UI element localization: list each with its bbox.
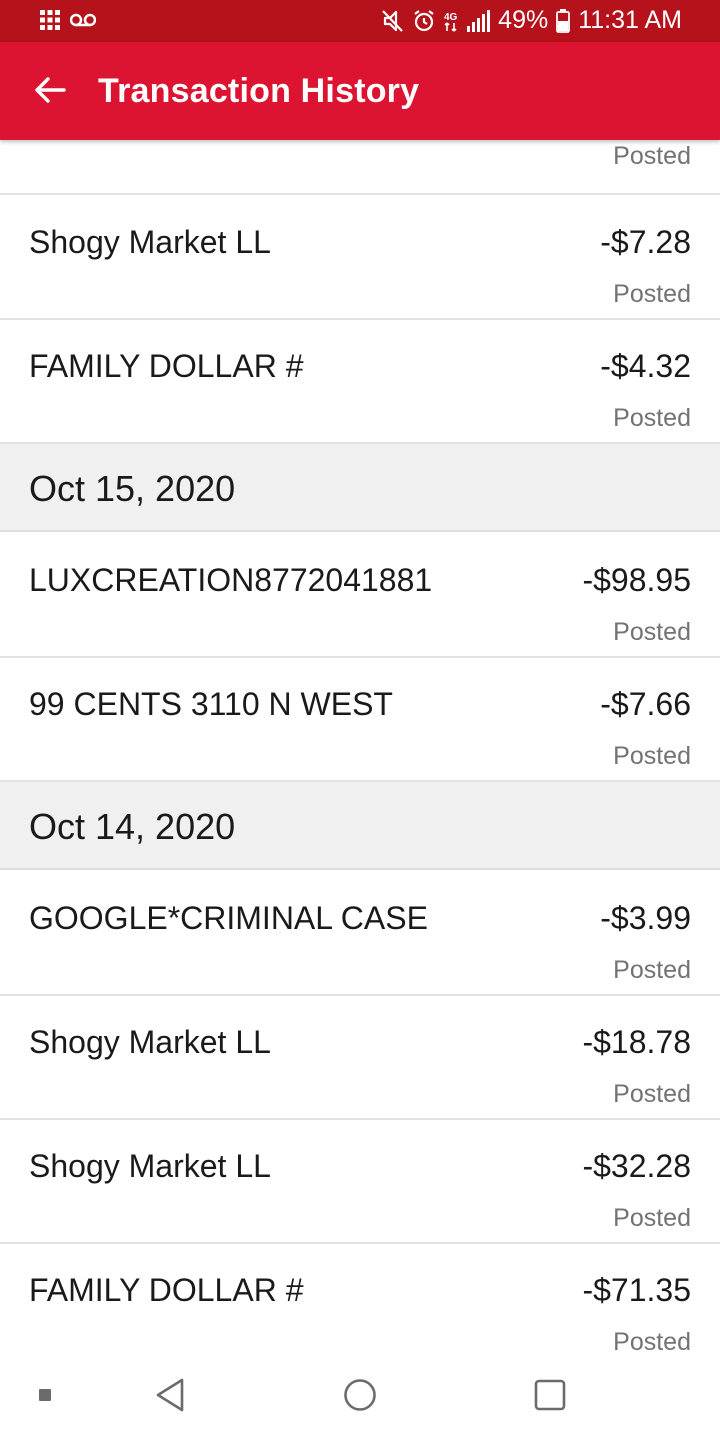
merchant-name: GOOGLE*CRIMINAL CASE	[29, 900, 428, 936]
date-header: Oct 15, 2020	[0, 444, 720, 532]
transaction-row[interactable]: FAMILY DOLLAR # -$4.32 Posted	[0, 320, 720, 444]
transaction-amount: -$98.95	[582, 562, 691, 598]
alarm-icon	[412, 9, 436, 33]
merchant-name: FAMILY DOLLAR #	[29, 348, 304, 384]
merchant-name: 99 CENTS 3110 N WEST	[29, 686, 393, 722]
voicemail-icon	[69, 13, 97, 32]
nav-back-button[interactable]	[145, 1375, 195, 1419]
merchant-name: Shogy Market LL	[29, 1024, 271, 1060]
merchant-name: FAMILY DOLLAR #	[29, 1272, 304, 1308]
home-button[interactable]	[335, 1375, 385, 1419]
merchant-name: LUXCREATION8772041881	[29, 562, 433, 598]
recent-dot-button[interactable]	[30, 1375, 60, 1419]
battery-icon	[556, 8, 571, 33]
transaction-status: Posted	[613, 404, 691, 432]
transaction-amount: -$32.28	[582, 1148, 691, 1184]
merchant-name: Shogy Market LL	[29, 224, 271, 260]
wifi-calling-icon: 4G	[444, 9, 458, 33]
transaction-row[interactable]: 99 CENTS 3110 N WEST -$7.66 Posted	[0, 658, 720, 782]
transaction-row[interactable]: Posted	[0, 140, 720, 195]
transaction-row[interactable]: GOOGLE*CRIMINAL CASE -$3.99 Posted	[0, 872, 720, 996]
transaction-amount: -$7.66	[600, 686, 691, 722]
date-header: Oct 14, 2020	[0, 782, 720, 870]
transaction-row[interactable]: LUXCREATION8772041881 -$98.95 Posted	[0, 534, 720, 658]
signal-icon	[466, 9, 491, 32]
arrow-left-icon	[34, 76, 66, 109]
system-nav-bar	[0, 1355, 720, 1440]
transaction-amount: -$71.35	[582, 1272, 691, 1308]
transaction-amount: -$18.78	[582, 1024, 691, 1060]
transaction-status: Posted	[613, 142, 691, 170]
transaction-amount: -$4.32	[600, 348, 691, 384]
merchant-name: Shogy Market LL	[29, 1148, 271, 1184]
battery-percent: 49%	[498, 6, 549, 34]
transaction-status: Posted	[613, 1328, 691, 1355]
app-bar: Transaction History	[0, 42, 720, 140]
transaction-status: Posted	[613, 742, 691, 770]
status-left	[40, 10, 97, 35]
transaction-status: Posted	[613, 956, 691, 984]
overview-button[interactable]	[525, 1375, 575, 1419]
transaction-status: Posted	[613, 280, 691, 308]
transaction-status: Posted	[613, 1204, 691, 1232]
apps-grid-icon	[40, 10, 60, 35]
transaction-status: Posted	[613, 618, 691, 646]
back-button[interactable]	[30, 72, 70, 112]
status-right: 4G 49% 11:31 AM	[382, 6, 682, 35]
date-label: Oct 15, 2020	[29, 468, 236, 509]
transaction-row[interactable]: Shogy Market LL -$18.78 Posted	[0, 996, 720, 1120]
transaction-row[interactable]: FAMILY DOLLAR # -$71.35 Posted	[0, 1244, 720, 1355]
transaction-amount: -$7.28	[600, 224, 691, 260]
transaction-amount: -$3.99	[600, 900, 691, 936]
nav-back-icon	[155, 1378, 185, 1417]
date-label: Oct 14, 2020	[29, 806, 236, 847]
recent-dot-icon	[39, 1388, 51, 1406]
transaction-status: Posted	[613, 1080, 691, 1108]
home-icon	[343, 1378, 377, 1417]
mute-icon	[382, 9, 404, 33]
transaction-list[interactable]: Posted Shogy Market LL -$7.28 Posted FAM…	[0, 140, 720, 1355]
overview-icon	[534, 1379, 566, 1416]
status-bar: 4G 49% 11:31 AM	[0, 0, 720, 42]
transaction-row[interactable]: Shogy Market LL -$32.28 Posted	[0, 1120, 720, 1244]
svg-text:4G: 4G	[444, 12, 458, 23]
clock: 11:31 AM	[578, 6, 682, 34]
page-title: Transaction History	[98, 72, 420, 110]
transaction-row[interactable]: Shogy Market LL -$7.28 Posted	[0, 196, 720, 320]
